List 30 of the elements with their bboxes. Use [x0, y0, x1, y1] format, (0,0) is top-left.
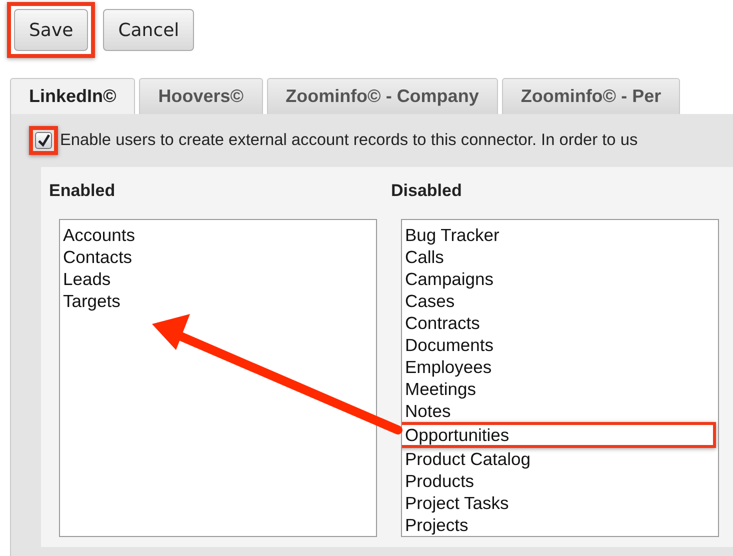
list-item[interactable]: Calls — [402, 246, 718, 268]
list-item[interactable]: Products — [402, 470, 718, 492]
tab[interactable]: LinkedIn© — [10, 78, 136, 114]
list-item[interactable]: Documents — [402, 334, 718, 356]
list-item[interactable]: Notes — [402, 400, 718, 422]
list-item[interactable]: Targets — [60, 290, 376, 312]
list-item[interactable]: Campaigns — [402, 268, 718, 290]
checkbox[interactable] — [35, 132, 52, 149]
tab[interactable]: Zoominfo© - Company — [266, 78, 498, 114]
list-box[interactable]: Accounts Contacts Leads Targets — [59, 219, 377, 537]
list-item[interactable]: Bug Tracker — [402, 224, 718, 246]
toolbar-button[interactable]: Cancel — [103, 9, 194, 51]
tab[interactable]: Hoovers© — [139, 78, 263, 114]
list-box[interactable]: Bug Tracker Calls Campaigns Cases Contracts Documents Employees Meetings Notes Opportunities Product Catalog Products Project Tasks Projects — [401, 219, 719, 537]
list-item[interactable]: Employees — [402, 356, 718, 378]
list-item[interactable]: Product Catalog — [402, 448, 718, 470]
option-label: Enable users to create external account records to this connector. In order to us — [60, 131, 638, 150]
list-item[interactable]: Projects — [402, 514, 718, 536]
list-item[interactable]: Contracts — [402, 312, 718, 334]
tab[interactable]: Zoominfo© - Per — [502, 78, 680, 114]
list-item[interactable]: Project Tasks — [402, 492, 718, 514]
list-heading: Disabled — [391, 181, 463, 201]
list-item[interactable]: Accounts — [60, 224, 376, 246]
list-item[interactable]: Opportunities — [402, 422, 716, 448]
list-heading: Enabled — [49, 181, 116, 201]
list-item[interactable]: Leads — [60, 268, 376, 290]
list-item[interactable]: Cases — [402, 290, 718, 312]
list-item[interactable]: Meetings — [402, 378, 718, 400]
list-item[interactable]: Contacts — [60, 246, 376, 268]
toolbar-button[interactable]: Save — [14, 9, 88, 51]
